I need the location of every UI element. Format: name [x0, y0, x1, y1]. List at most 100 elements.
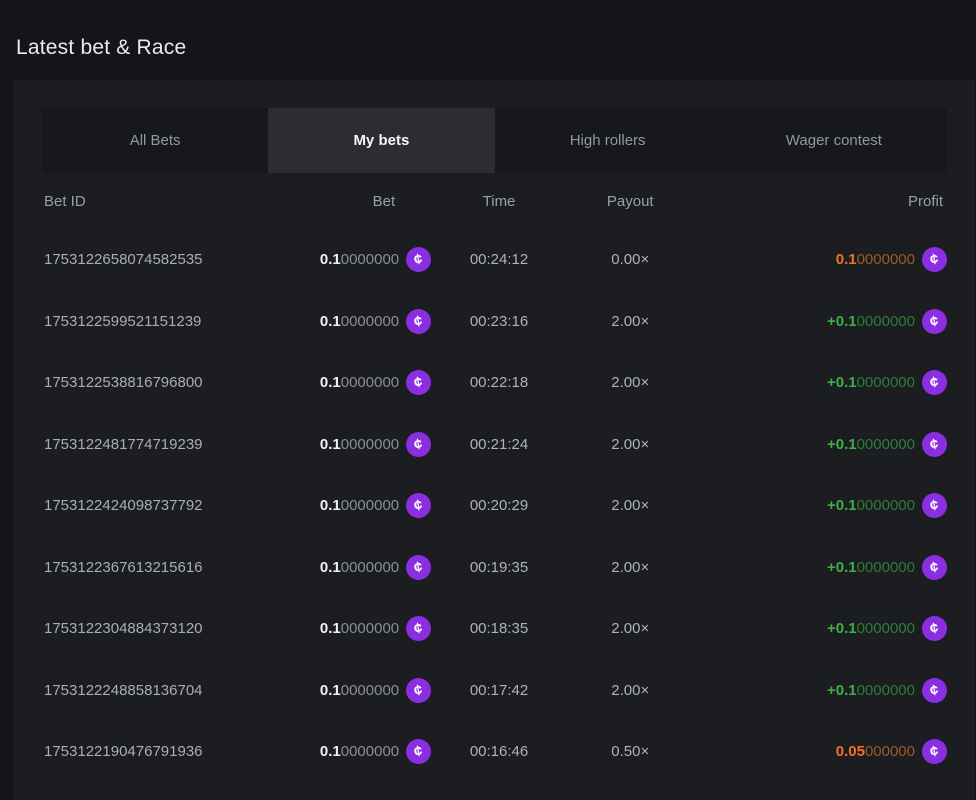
coin-icon: ¢ [406, 309, 431, 334]
bet-id: 1753122367613215616 [42, 559, 277, 576]
tab-my-bets[interactable]: My bets [268, 108, 494, 173]
bet-payout: 2.00× [567, 313, 694, 330]
bet-id: 1753122481774719239 [42, 436, 277, 453]
profit-amount-main: +0.1 [827, 313, 857, 330]
profit-amount-zeros: 0000000 [857, 682, 915, 699]
bet-amount-main: 0.1 [320, 251, 341, 268]
coin-icon: ¢ [406, 432, 431, 457]
bet-amount-zeros: 0000000 [341, 682, 399, 699]
column-header-profit: Profit [694, 193, 947, 210]
bet-profit: +0.10000000 ¢ [694, 309, 947, 334]
bet-amount: 0.10000000 ¢ [277, 493, 431, 518]
profit-amount-zeros: 0000000 [857, 313, 915, 330]
bet-id: 1753122658074582535 [42, 251, 277, 268]
bet-amount-main: 0.1 [320, 682, 341, 699]
bet-amount-zeros: 0000000 [341, 497, 399, 514]
bet-payout: 2.00× [567, 620, 694, 637]
bet-payout: 2.00× [567, 497, 694, 514]
table-row[interactable]: 17531226580745825350.10000000¢00:24:120.… [42, 229, 947, 291]
coin-icon: ¢ [922, 678, 947, 703]
column-header-time: Time [431, 193, 567, 210]
bet-amount: 0.10000000¢ [277, 370, 431, 395]
profit-amount-zeros: 0000000 [857, 620, 915, 637]
tab-bar: All BetsMy betsHigh rollersWager contest [42, 108, 947, 173]
coin-icon: ¢ [406, 555, 431, 580]
tab-high-rollers[interactable]: High rollers [495, 108, 721, 173]
coin-icon: ¢ [406, 739, 431, 764]
profit-amount-zeros: 0000000 [857, 374, 915, 391]
bet-id: 1753122538816796800 [42, 374, 277, 391]
profit-amount-zeros: 0000000 [857, 497, 915, 514]
table-row[interactable]: 17531222488581367040.10000000¢00:17:422.… [42, 660, 947, 722]
table-body: 17531226580745825350.10000000¢00:24:120.… [42, 229, 947, 783]
bet-time: 00:19:35 [431, 559, 567, 576]
bet-profit: 0.10000000¢ [694, 247, 947, 272]
coin-icon: ¢ [922, 370, 947, 395]
coin-icon: ¢ [406, 678, 431, 703]
bet-amount-zeros: 0000000 [341, 313, 399, 330]
bet-amount-main: 0.1 [320, 313, 341, 330]
bet-profit: +0.10000000 ¢ [694, 370, 947, 395]
bet-profit: +0.10000000¢ [694, 616, 947, 641]
bet-payout: 2.00× [567, 374, 694, 391]
page-title: Latest bet & Race [16, 36, 186, 60]
bet-amount-main: 0.1 [320, 497, 341, 514]
bet-time: 00:23:16 [431, 313, 567, 330]
bet-profit: +0.10000000 ¢ [694, 678, 947, 703]
bet-payout: 0.00× [567, 251, 694, 268]
bet-amount-zeros: 0000000 [341, 559, 399, 576]
bet-amount: 0.10000000 ¢ [277, 616, 431, 641]
profit-amount-main: +0.1 [827, 497, 857, 514]
bet-amount-main: 0.1 [320, 620, 341, 637]
bet-amount-zeros: 0000000 [341, 743, 399, 760]
table-row[interactable]: 17531223676132156160.10000000¢00:19:352.… [42, 537, 947, 599]
coin-icon: ¢ [406, 493, 431, 518]
coin-icon: ¢ [406, 370, 431, 395]
bet-payout: 2.00× [567, 682, 694, 699]
bet-amount: 0.10000000 ¢ [277, 739, 431, 764]
bet-time: 00:22:18 [431, 374, 567, 391]
coin-icon: ¢ [406, 616, 431, 641]
bet-amount-main: 0.1 [320, 436, 341, 453]
table-row[interactable]: 17531224240987377920.10000000¢00:20:292.… [42, 475, 947, 537]
coin-icon: ¢ [922, 247, 947, 272]
latest-bets-panel: All BetsMy betsHigh rollersWager contest… [14, 80, 975, 800]
profit-amount-main: 0.1 [836, 251, 857, 268]
coin-icon: ¢ [922, 309, 947, 334]
table-row[interactable]: 17531225388167968000.10000000¢00:22:182.… [42, 352, 947, 414]
bet-payout: 0.50× [567, 743, 694, 760]
bet-amount-zeros: 0000000 [341, 251, 399, 268]
bet-time: 00:16:46 [431, 743, 567, 760]
coin-icon: ¢ [922, 739, 947, 764]
column-header-payout: Payout [567, 193, 694, 210]
profit-amount-main: +0.1 [827, 559, 857, 576]
bet-amount: 0.10000000¢ [277, 247, 431, 272]
bet-time: 00:20:29 [431, 497, 567, 514]
column-header-bet-id: Bet ID [42, 193, 277, 210]
bet-payout: 2.00× [567, 559, 694, 576]
profit-amount-zeros: 0000000 [857, 559, 915, 576]
coin-icon: ¢ [922, 616, 947, 641]
profit-amount-main: 0.05 [836, 743, 865, 760]
table-row[interactable]: 17531223048843731200.10000000¢00:18:352.… [42, 598, 947, 660]
profit-amount-main: +0.1 [827, 682, 857, 699]
bet-profit: +0.10000000¢ [694, 432, 947, 457]
bet-amount-main: 0.1 [320, 743, 341, 760]
table-row[interactable]: 17531224817747192390.10000000¢00:21:242.… [42, 414, 947, 476]
table-row[interactable]: 17531221904767919360.10000000¢00:16:460.… [42, 721, 947, 783]
tab-all-bets[interactable]: All Bets [42, 108, 268, 173]
bet-amount-zeros: 0000000 [341, 620, 399, 637]
bet-amount: 0.10000000 ¢ [277, 309, 431, 334]
bet-time: 00:18:35 [431, 620, 567, 637]
profit-amount-main: +0.1 [827, 374, 857, 391]
bet-time: 00:24:12 [431, 251, 567, 268]
bet-id: 1753122248858136704 [42, 682, 277, 699]
bet-id: 1753122599521151239 [42, 313, 277, 330]
bet-amount: 0.10000000¢ [277, 555, 431, 580]
bet-amount-zeros: 0000000 [341, 436, 399, 453]
bet-id: 1753122424098737792 [42, 497, 277, 514]
tab-wager-contest[interactable]: Wager contest [721, 108, 947, 173]
bet-time: 00:17:42 [431, 682, 567, 699]
table-row[interactable]: 17531225995211512390.10000000¢00:23:162.… [42, 291, 947, 353]
coin-icon: ¢ [922, 432, 947, 457]
